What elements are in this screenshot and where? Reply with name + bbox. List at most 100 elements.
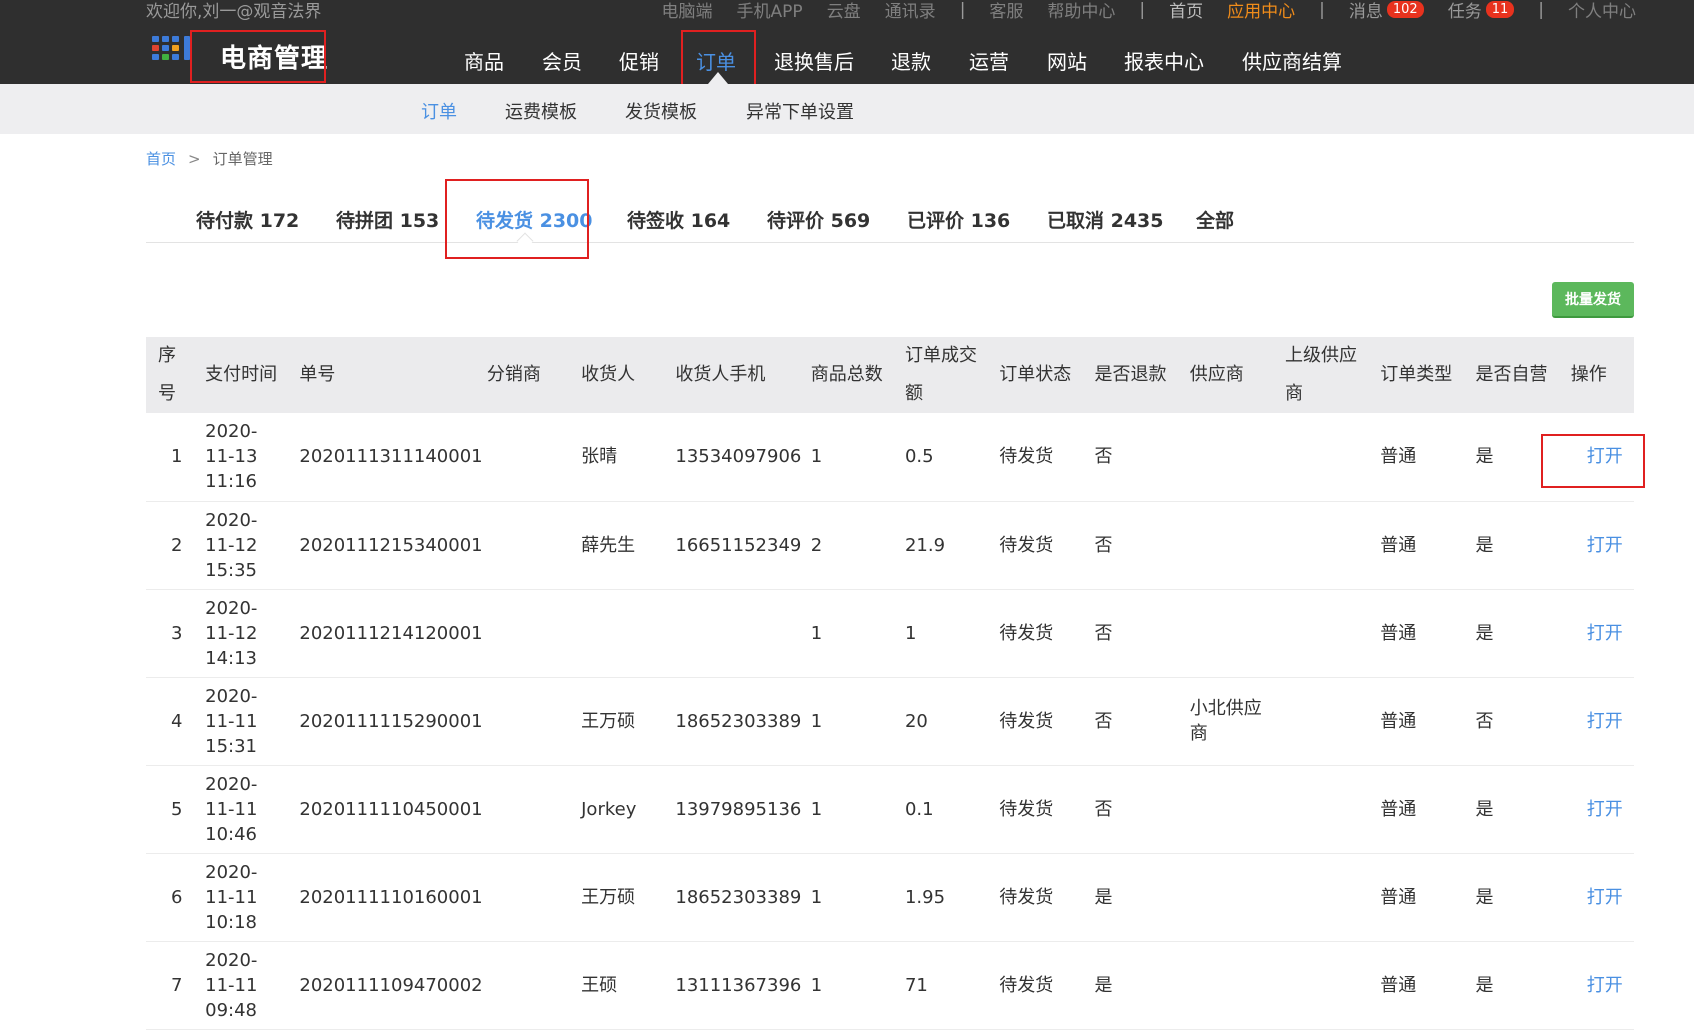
cell-total-qty: 1 — [798, 765, 893, 854]
cell-order-type: 普通 — [1368, 941, 1464, 1030]
table-row: 7 2020- 11-11 09:48 2020111109470002 王硕 131113… — [146, 941, 1634, 1030]
nav-promo[interactable]: 促销 — [619, 46, 659, 75]
cell-action: 打开 — [1558, 677, 1634, 766]
action-highlight-box — [1541, 434, 1645, 488]
tab-reviewed[interactable]: 已评价 136 — [907, 206, 1010, 233]
cell-idx: 7 — [146, 941, 194, 1030]
tab-all[interactable]: 全部 — [1196, 206, 1234, 233]
open-order-link[interactable]: 打开 — [1571, 975, 1623, 996]
tab-pending-review[interactable]: 待评价 569 — [767, 206, 870, 233]
link-contacts[interactable]: 通讯录 — [885, 0, 936, 22]
nav-supplier-settlement[interactable]: 供应商结算 — [1242, 46, 1342, 75]
cell-idx: 2 — [146, 501, 194, 590]
divider: | — [1319, 0, 1325, 20]
open-order-link[interactable]: 打开 — [1571, 711, 1623, 732]
cell-action: 打开 — [1558, 765, 1634, 854]
top-links: 电脑端 手机APP 云盘 通讯录 | 客服 帮助中心 | 首页 应用中心 | 消… — [638, 0, 1636, 22]
cell-amount: 0.5 — [892, 413, 988, 502]
link-home[interactable]: 首页 — [1169, 0, 1203, 22]
col-header-amount-line1: 订单成交 — [904, 345, 977, 366]
link-cloud[interactable]: 云盘 — [827, 0, 861, 22]
cell-order-no: 2020111215340001 — [287, 501, 483, 590]
breadcrumb-home[interactable]: 首页 — [146, 150, 176, 168]
col-header-action: 操作 — [1570, 364, 1607, 385]
subnav-orders[interactable]: 订单 — [421, 98, 457, 124]
cell-receiver: Jorkey — [569, 765, 664, 854]
nav-goods[interactable]: 商品 — [464, 46, 504, 75]
subnav-shipping-template[interactable]: 发货模板 — [625, 98, 697, 124]
cell-pay-time: 2020- 11-13 11:16 — [193, 413, 288, 502]
link-tasks[interactable]: 任务 11 — [1448, 0, 1515, 22]
cell-amount: 71 — [892, 941, 988, 1030]
cell-parent-supplier — [1272, 853, 1369, 942]
nav-refunds[interactable]: 退款 — [891, 46, 931, 75]
tab-pending-group[interactable]: 待拼团 153 — [336, 206, 439, 233]
cell-refunded: 是 — [1082, 941, 1178, 1030]
messages-badge: 102 — [1386, 1, 1424, 18]
link-service[interactable]: 客服 — [989, 0, 1023, 22]
table-row: 2 2020- 11-12 15:35 2020111215340001 薛先生 16651… — [146, 501, 1634, 590]
cell-parent-supplier — [1272, 589, 1369, 678]
orders-table: 序号 支付时间 单号 分销商 收货人 收货人手机 商品总数 订单成交额 订单状态… — [146, 337, 1634, 1030]
table-row: 5 2020- 11-11 10:46 2020111110450001 Jorkey 13… — [146, 765, 1634, 854]
link-profile[interactable]: 个人中心 — [1568, 0, 1636, 22]
tab-pending-receipt[interactable]: 待签收 164 — [627, 206, 730, 233]
link-help[interactable]: 帮助中心 — [1047, 0, 1115, 22]
link-messages[interactable]: 消息 102 — [1349, 0, 1424, 22]
cell-receiver-phone: 13979895136 — [663, 765, 801, 854]
cell-distributor — [474, 677, 570, 766]
batch-ship-button[interactable]: 批量发货 — [1552, 282, 1634, 318]
cell-idx: 5 — [146, 765, 194, 854]
col-header-amount-line2: 额 — [904, 383, 923, 404]
open-order-link[interactable]: 打开 — [1571, 799, 1623, 820]
cell-parent-supplier — [1272, 677, 1369, 766]
open-order-link[interactable]: 打开 — [1571, 887, 1623, 908]
cell-order-type: 普通 — [1368, 765, 1464, 854]
cell-order-type: 普通 — [1368, 589, 1464, 678]
cell-receiver: 薛先生 — [569, 501, 664, 590]
breadcrumb-separator: > — [188, 150, 201, 168]
col-header-idx: 序号 — [158, 345, 176, 404]
pay-time-clock: 15:35 — [205, 559, 257, 581]
cell-receiver-phone: 18652303389 — [663, 853, 801, 942]
nav-operations[interactable]: 运营 — [969, 46, 1009, 75]
cell-status: 待发货 — [987, 677, 1083, 766]
cell-idx: 3 — [146, 589, 194, 678]
pay-date-year: 2020- — [205, 949, 258, 971]
nav-website[interactable]: 网站 — [1047, 46, 1087, 75]
divider: | — [1538, 0, 1544, 20]
col-header-parent-supplier: 上级供应商 — [1273, 337, 1368, 413]
nav-highlight-box — [681, 30, 756, 92]
subnav-abnormal-order-settings[interactable]: 异常下单设置 — [746, 98, 854, 124]
link-app[interactable]: 手机APP — [737, 0, 803, 22]
divider: | — [959, 0, 966, 20]
cell-order-type: 普通 — [1368, 853, 1464, 942]
tab-pending-payment[interactable]: 待付款 172 — [196, 206, 299, 233]
table-row: 6 2020- 11-11 10:18 2020111110160001 王万硕 18652… — [146, 853, 1634, 942]
cell-status: 待发货 — [987, 941, 1083, 1030]
col-header-refunded: 是否退款 — [1094, 364, 1167, 385]
link-pc[interactable]: 电脑端 — [662, 0, 713, 22]
open-order-link[interactable]: 打开 — [1571, 623, 1623, 644]
subnav-freight-template[interactable]: 运费模板 — [505, 98, 577, 124]
pay-date-day: 11-11 — [205, 974, 258, 996]
breadcrumb: 首页 > 订单管理 — [146, 148, 273, 169]
cell-pay-time: 2020- 11-12 15:35 — [193, 501, 288, 590]
cell-action: 打开 — [1558, 589, 1634, 678]
cell-total-qty: 1 — [798, 413, 893, 502]
open-order-link[interactable]: 打开 — [1571, 535, 1623, 556]
cell-order-type: 普通 — [1368, 501, 1464, 590]
cell-self-operated: 是 — [1463, 501, 1559, 590]
cell-distributor — [474, 589, 570, 678]
cell-self-operated: 是 — [1463, 765, 1559, 854]
brand-highlight-box — [190, 30, 326, 83]
pay-date-day: 11-11 — [205, 886, 258, 908]
cell-receiver: 王万硕 — [569, 677, 664, 766]
nav-returns[interactable]: 退换售后 — [774, 46, 854, 75]
link-app-center[interactable]: 应用中心 — [1227, 0, 1295, 22]
divider: | — [1139, 0, 1146, 20]
nav-reports[interactable]: 报表中心 — [1124, 46, 1204, 75]
nav-members[interactable]: 会员 — [542, 46, 582, 75]
tab-cancelled[interactable]: 已取消 2435 — [1047, 206, 1164, 233]
cell-self-operated: 是 — [1463, 589, 1559, 678]
